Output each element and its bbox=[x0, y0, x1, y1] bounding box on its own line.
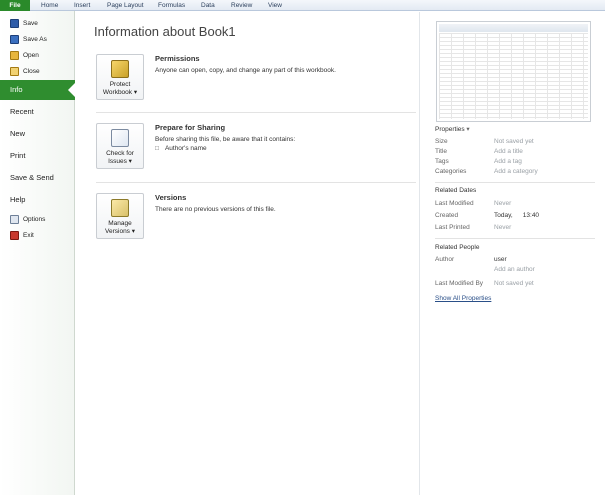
add-tag-field[interactable]: Add a tag bbox=[494, 158, 522, 165]
close-label: Close bbox=[23, 67, 40, 75]
tab-data[interactable]: Data bbox=[201, 0, 215, 11]
tab-view[interactable]: View bbox=[268, 0, 282, 11]
property-label: Created bbox=[435, 212, 459, 219]
save-as-label: Save As bbox=[23, 35, 47, 43]
save-command[interactable]: Save bbox=[0, 16, 75, 30]
divider bbox=[96, 182, 416, 183]
tab-formulas[interactable]: Formulas bbox=[158, 0, 185, 11]
add-title-field[interactable]: Add a title bbox=[494, 148, 523, 155]
options-label: Options bbox=[23, 215, 46, 223]
properties-dropdown[interactable]: Properties bbox=[435, 125, 470, 133]
nav-section-new[interactable]: New bbox=[0, 124, 75, 144]
property-label: Last Printed bbox=[435, 224, 470, 231]
preview-ribbon bbox=[439, 24, 588, 32]
backstage-nav: Save Save As Open Close Info Recent New … bbox=[0, 11, 76, 495]
workbook-preview-thumbnail bbox=[436, 21, 591, 122]
nav-section-save-send[interactable]: Save & Send bbox=[0, 168, 75, 188]
nav-section-info[interactable]: Info bbox=[0, 80, 76, 100]
manage-versions-label-1: Manage bbox=[108, 220, 132, 227]
protect-workbook-button[interactable]: Protect Workbook ▾ bbox=[96, 54, 144, 100]
add-author-field[interactable]: Add an author bbox=[494, 266, 535, 273]
manage-versions-label-2: Versions ▾ bbox=[105, 228, 135, 235]
tab-home[interactable]: Home bbox=[41, 0, 58, 11]
exit-command[interactable]: Exit bbox=[0, 228, 75, 242]
property-label: Categories bbox=[435, 168, 467, 175]
check-for-issues-button[interactable]: Check for Issues ▾ bbox=[96, 123, 144, 169]
save-icon bbox=[10, 18, 19, 28]
tab-review[interactable]: Review bbox=[231, 0, 252, 11]
options-icon bbox=[10, 214, 19, 224]
property-label: Size bbox=[435, 138, 448, 145]
save-as-icon bbox=[10, 34, 19, 44]
divider bbox=[96, 112, 416, 113]
check-for-issues-label-2: Issues ▾ bbox=[108, 158, 132, 165]
versions-icon bbox=[111, 199, 129, 217]
preview-grid bbox=[439, 33, 588, 119]
folder-open-icon bbox=[10, 50, 19, 60]
check-for-issues-label-1: Check for bbox=[106, 150, 134, 157]
divider bbox=[435, 182, 595, 183]
related-people-heading: Related People bbox=[435, 244, 480, 251]
inspect-document-icon bbox=[111, 129, 129, 147]
property-label: Author bbox=[435, 256, 455, 263]
tab-file[interactable]: File bbox=[0, 0, 30, 11]
property-label: Tags bbox=[435, 158, 449, 165]
nav-section-recent[interactable]: Recent bbox=[0, 102, 75, 122]
save-label: Save bbox=[23, 19, 38, 27]
exit-label: Exit bbox=[23, 231, 34, 239]
manage-versions-button[interactable]: Manage Versions ▾ bbox=[96, 193, 144, 239]
protect-workbook-label-1: Protect bbox=[109, 81, 131, 88]
options-command[interactable]: Options bbox=[0, 212, 75, 226]
divider bbox=[435, 238, 595, 239]
related-dates-heading: Related Dates bbox=[435, 187, 477, 194]
property-label: Last Modified By bbox=[435, 280, 484, 287]
open-command[interactable]: Open bbox=[0, 48, 75, 62]
property-value: Never bbox=[494, 200, 512, 207]
property-value: Never bbox=[494, 224, 512, 231]
properties-pane: Properties Size Not saved yet Title Add … bbox=[419, 12, 605, 495]
folder-close-icon bbox=[10, 66, 19, 76]
tab-page-layout[interactable]: Page Layout bbox=[107, 0, 144, 11]
show-all-properties-link[interactable]: Show All Properties bbox=[435, 295, 491, 302]
nav-section-print[interactable]: Print bbox=[0, 146, 75, 166]
info-main-panel: Information about Book1 Protect Workbook… bbox=[76, 12, 418, 495]
tab-insert[interactable]: Insert bbox=[74, 0, 90, 11]
page-title: Information about Book1 bbox=[94, 24, 236, 39]
author-name[interactable]: user bbox=[494, 256, 507, 263]
property-label: Title bbox=[435, 148, 448, 155]
exit-icon bbox=[10, 230, 19, 240]
add-category-field[interactable]: Add a category bbox=[494, 168, 538, 175]
save-as-command[interactable]: Save As bbox=[0, 32, 75, 46]
property-value: Not saved yet bbox=[494, 280, 534, 287]
open-label: Open bbox=[23, 51, 39, 59]
property-value: Not saved yet bbox=[494, 138, 534, 145]
nav-section-help[interactable]: Help bbox=[0, 190, 75, 210]
property-label: Last Modified bbox=[435, 200, 474, 207]
property-value: Today, 13:40 bbox=[494, 212, 540, 219]
close-command[interactable]: Close bbox=[0, 64, 75, 78]
ribbon-tabs: File Home Insert Page Layout Formulas Da… bbox=[0, 0, 605, 11]
lock-icon bbox=[111, 60, 129, 78]
protect-workbook-label-2: Workbook ▾ bbox=[102, 89, 138, 96]
